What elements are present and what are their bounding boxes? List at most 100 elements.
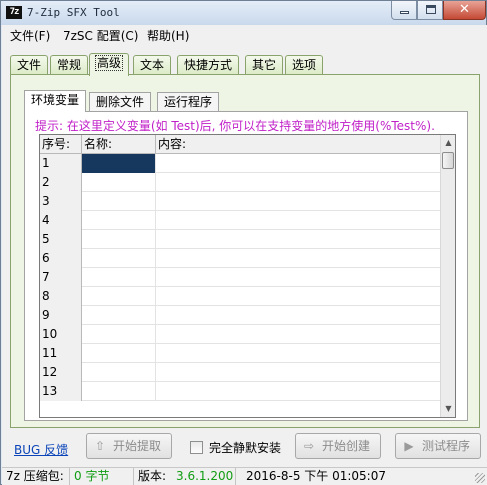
archive-label: 7z 压缩包: (2, 468, 70, 485)
name-cell[interactable] (82, 211, 156, 230)
arrow-right-icon: ⇨ (303, 439, 315, 453)
content-cell[interactable] (156, 325, 440, 344)
row-index: 8 (40, 287, 82, 306)
table-row[interactable]: 5 (40, 230, 440, 249)
table-row[interactable]: 10 (40, 325, 440, 344)
table-row[interactable]: 13 (40, 382, 440, 401)
table-row[interactable]: 8 (40, 287, 440, 306)
menu-config[interactable]: 7zSC 配置(C) (63, 27, 139, 44)
row-index: 7 (40, 268, 82, 287)
table-row[interactable]: 7 (40, 268, 440, 287)
close-button[interactable]: ✕ (443, 1, 486, 20)
content-cell[interactable] (156, 249, 440, 268)
tab-env-vars[interactable]: 环境变量 (24, 90, 87, 112)
tab-options[interactable]: 选项 (285, 55, 324, 75)
tab-general[interactable]: 常规 (50, 55, 89, 75)
name-cell[interactable] (82, 154, 156, 173)
tab-delete-files[interactable]: 删除文件 (89, 92, 152, 111)
app-window: 7z 7-Zip SFX Tool ✕ 文件(F) 7zSC 配置(C) 帮助(… (0, 0, 487, 485)
row-index: 11 (40, 344, 82, 363)
grid-scrollbar[interactable]: ▲ ▼ (440, 135, 455, 417)
extract-button[interactable]: ⇧ 开始提取 (86, 433, 172, 459)
extract-button-label: 开始提取 (113, 439, 162, 453)
tab-text-label: 文本 (140, 58, 165, 72)
row-index: 10 (40, 325, 82, 344)
content-cell[interactable] (156, 173, 440, 192)
col-index-header[interactable]: 序号: (40, 135, 82, 154)
name-cell[interactable] (82, 382, 156, 401)
row-index: 1 (40, 154, 82, 173)
bug-feedback-link[interactable]: BUG 反馈 (14, 441, 68, 458)
content-cell[interactable] (156, 382, 440, 401)
content-cell[interactable] (156, 211, 440, 230)
tab-shortcut-label: 快捷方式 (184, 58, 233, 72)
status-bar: 7z 压缩包: 0 字节 版本: 3.6.1.200 2016-8-5 下午 0… (2, 467, 487, 485)
table-row[interactable]: 4 (40, 211, 440, 230)
table-row[interactable]: 2 (40, 173, 440, 192)
content-cell[interactable] (156, 154, 440, 173)
table-row[interactable]: 6 (40, 249, 440, 268)
row-index: 9 (40, 306, 82, 325)
table-row[interactable]: 12 (40, 363, 440, 382)
table-row[interactable]: 9 (40, 306, 440, 325)
create-button[interactable]: ⇨ 开始创建 (295, 433, 381, 459)
table-row[interactable]: 1 (40, 154, 440, 173)
test-button[interactable]: ▶ 测试程序 (395, 433, 481, 459)
maximize-button[interactable] (417, 1, 443, 20)
name-cell[interactable] (82, 306, 156, 325)
content-cell[interactable] (156, 192, 440, 211)
variables-grid[interactable]: 序号: 名称: 内容: 1 2 3 4 5 6 7 8 9 10 11 12 13 ▲ ▼ (39, 134, 456, 418)
row-index: 4 (40, 211, 82, 230)
resize-grip-icon[interactable] (475, 473, 485, 483)
tip-text: 提示: 在这里定义变量(如 Test)后, 你可以在支持变量的地方使用(%Tes… (35, 119, 435, 133)
minimize-icon (400, 11, 409, 14)
name-cell[interactable] (82, 173, 156, 192)
tab-text[interactable]: 文本 (133, 55, 172, 75)
window-title: 7-Zip SFX Tool (27, 6, 120, 19)
content-cell[interactable] (156, 363, 440, 382)
table-row[interactable]: 11 (40, 344, 440, 363)
scroll-down-icon[interactable]: ▼ (441, 401, 455, 417)
scroll-thumb[interactable] (442, 152, 454, 169)
name-cell[interactable] (82, 249, 156, 268)
menu-file[interactable]: 文件(F) (10, 27, 50, 44)
archive-size: 0 字节 (70, 468, 134, 485)
tab-shortcut[interactable]: 快捷方式 (177, 55, 240, 75)
scroll-up-icon[interactable]: ▲ (441, 135, 455, 151)
content-cell[interactable] (156, 306, 440, 325)
name-cell[interactable] (82, 287, 156, 306)
tab-file-label: 文件 (17, 58, 42, 72)
content-cell[interactable] (156, 230, 440, 249)
col-name-header[interactable]: 名称: (82, 135, 156, 154)
name-cell[interactable] (82, 344, 156, 363)
tab-options-label: 选项 (292, 58, 317, 72)
status-datetime: 2016-8-5 下午 01:05:07 (246, 469, 386, 483)
menu-help[interactable]: 帮助(H) (147, 27, 189, 44)
version-value: 3.6.1.200 (172, 468, 236, 485)
app-7zip-icon: 7z (6, 6, 22, 19)
content-cell[interactable] (156, 268, 440, 287)
content-cell[interactable] (156, 344, 440, 363)
title-bar[interactable]: 7z 7-Zip SFX Tool ✕ (1, 1, 486, 25)
row-index: 13 (40, 382, 82, 401)
tab-file[interactable]: 文件 (10, 55, 49, 75)
minimize-button[interactable] (391, 1, 417, 20)
env-vars-panel: 提示: 在这里定义变量(如 Test)后, 你可以在支持变量的地方使用(%Tes… (24, 111, 468, 421)
row-index: 12 (40, 363, 82, 382)
action-bar: BUG 反馈 ⇧ 开始提取 完全静默安装 ⇨ 开始创建 ▶ 测试程序 (2, 430, 487, 466)
tab-other[interactable]: 其它 (245, 55, 284, 75)
tab-run-program[interactable]: 运行程序 (157, 92, 220, 111)
silent-install-label[interactable]: 完全静默安装 (209, 439, 281, 456)
name-cell[interactable] (82, 192, 156, 211)
col-content-header[interactable]: 内容: (156, 135, 440, 154)
content-cell[interactable] (156, 287, 440, 306)
name-cell[interactable] (82, 363, 156, 382)
name-cell[interactable] (82, 268, 156, 287)
silent-install-checkbox[interactable] (190, 441, 203, 454)
tab-advanced[interactable]: 高级 (89, 53, 130, 76)
table-row[interactable]: 3 (40, 192, 440, 211)
name-cell[interactable] (82, 325, 156, 344)
tab-other-label: 其它 (252, 58, 277, 72)
play-icon: ▶ (404, 439, 414, 453)
name-cell[interactable] (82, 230, 156, 249)
